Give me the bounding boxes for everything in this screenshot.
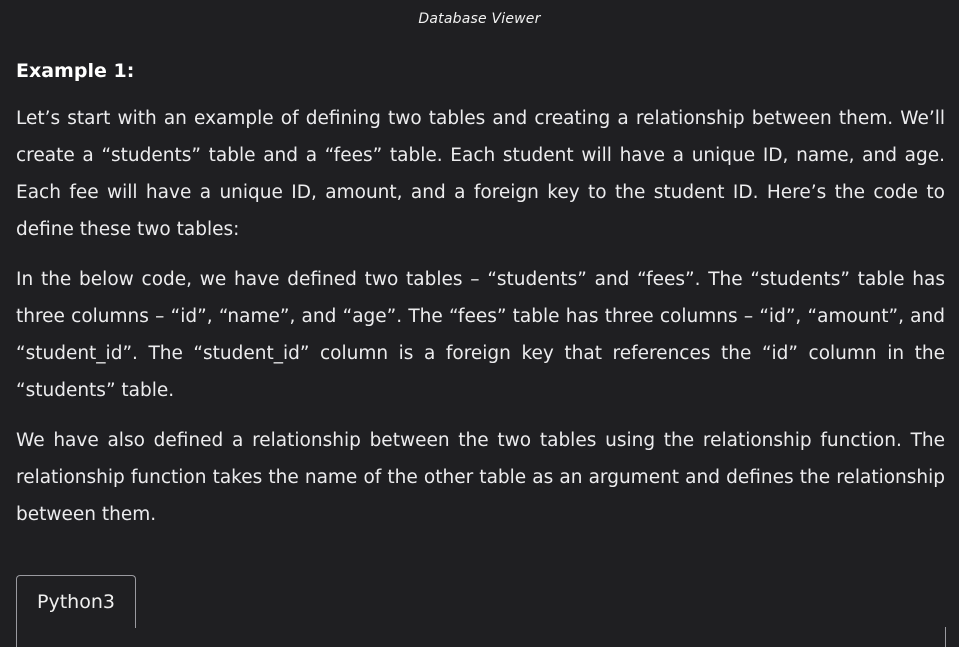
code-panel (16, 627, 946, 647)
paragraph-relationship-explanation: We have also defined a relationship betw… (16, 430, 945, 525)
window-title: Database Viewer (418, 11, 541, 27)
tab-python3[interactable]: Python3 (16, 575, 136, 628)
paragraph-tables-explanation: In the below code, we have defined two t… (16, 269, 945, 401)
code-block: Python3 (16, 575, 946, 647)
article-content: Example 1: Let’s start with an example o… (16, 54, 945, 546)
section-heading: Example 1: (16, 60, 135, 82)
paragraph-intro: Let’s start with an example of defining … (16, 108, 945, 240)
